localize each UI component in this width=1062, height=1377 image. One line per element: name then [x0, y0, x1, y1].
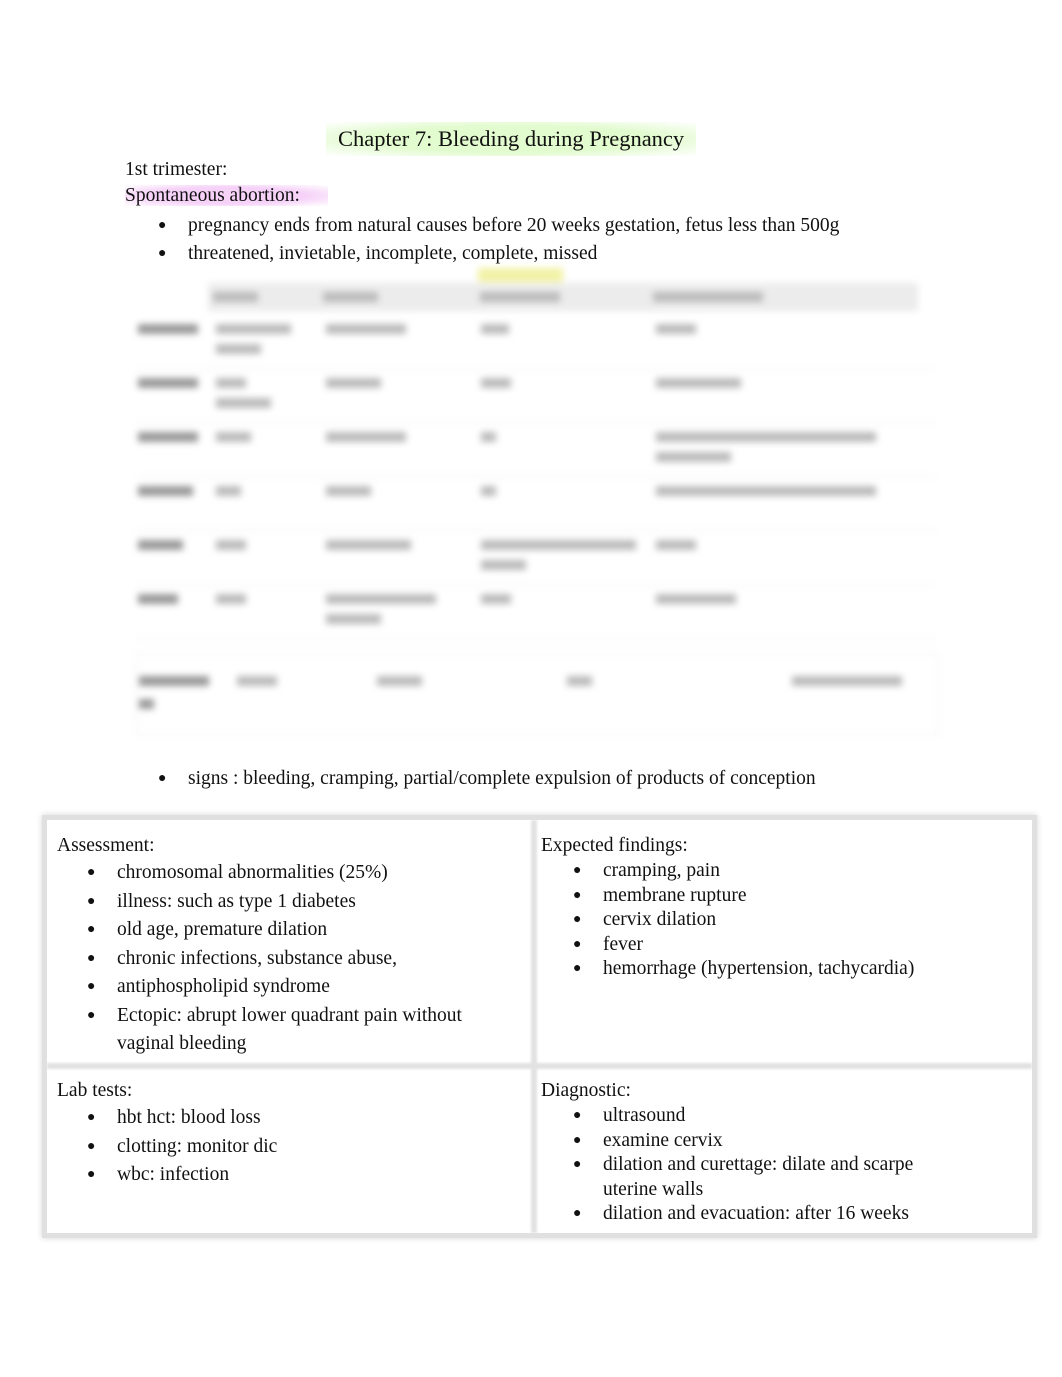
table-row — [136, 586, 936, 639]
list-item: ● cervix dilation — [573, 908, 1021, 933]
list-item-text: membrane rupture — [603, 884, 747, 906]
grid-divider-horizontal — [47, 1063, 1032, 1069]
list-item: ● dilation and evacuation: after 16 weeks — [573, 1202, 943, 1227]
table-header — [208, 283, 918, 311]
bullet-icon: ● — [573, 912, 582, 927]
list-item-text: Ectopic: abrupt lower quadrant pain with… — [117, 1004, 462, 1055]
bullet-icon: ● — [573, 1132, 582, 1148]
table-row — [136, 424, 936, 477]
list-item: ● clotting: monitor dic — [87, 1133, 527, 1162]
list-item-text: clotting: monitor dic — [117, 1135, 278, 1157]
table-row — [136, 532, 936, 585]
list-item: ● antiphospholipid syndrome — [87, 973, 507, 1002]
grid-divider-vertical — [531, 820, 537, 1233]
cell-heading: Assessment: — [57, 835, 155, 856]
list-item-text: signs : bleeding, cramping, partial/comp… — [188, 768, 816, 789]
list-item-text: chronic infections, substance abuse, — [117, 947, 397, 969]
list-item: ● cramping, pain — [573, 859, 1021, 884]
bullet-icon: ● — [87, 1167, 96, 1182]
list-item-text: fever — [603, 933, 644, 955]
list-item: ● ultrasound — [573, 1104, 943, 1129]
list-item: ● signs : bleeding, cramping, partial/com… — [158, 765, 816, 793]
bullet-icon: ● — [573, 1157, 582, 1172]
list-item-text: examine cervix — [603, 1129, 723, 1151]
bullet-icon: ● — [573, 1108, 582, 1123]
list-item: ● threatened, invietable, incomplete, com… — [158, 240, 839, 268]
cell-expected-findings: Expected findings: ● cramping, pain ● memb… — [541, 833, 1021, 982]
signs-bullets: ● signs : bleeding, cramping, partial/com… — [158, 765, 816, 793]
cell-heading: Lab tests: — [57, 1080, 133, 1101]
list-item-text: ultrasound — [603, 1105, 686, 1126]
bullet-icon: ● — [158, 246, 167, 261]
list-item: ● examine cervix — [573, 1129, 943, 1154]
list-item: ● old age, premature dilation — [87, 916, 507, 945]
bullet-icon: ● — [158, 218, 167, 233]
diagnostic-list: ● ultrasound ● examine cervix ● dilation an… — [573, 1104, 943, 1227]
cell-heading: Expected findings: — [541, 835, 688, 856]
list-item: ● chromosomal abnormalities (25%) — [87, 859, 507, 888]
list-item: ● wbc: infection — [87, 1161, 527, 1190]
bullet-icon: ● — [573, 887, 582, 903]
list-item: ● hbt hct: blood loss — [87, 1104, 527, 1133]
list-item-text: illness: such as type 1 diabetes — [117, 890, 356, 912]
bullet-icon: ● — [573, 936, 582, 952]
list-item: ● Ectopic: abrupt lower quadrant pain wit… — [87, 1002, 507, 1059]
list-item-text: wbc: infection — [117, 1164, 230, 1185]
table-row — [136, 653, 938, 735]
list-item-text: dilation and curettage: dilate and scarp… — [603, 1154, 914, 1200]
cell-lab-tests: Lab tests: ● hbt hct: blood loss ● clottin… — [57, 1078, 527, 1190]
bullet-icon: ● — [573, 1206, 582, 1221]
bullet-icon: ● — [87, 922, 96, 937]
list-item: ● dilation and curettage: dilate and scar… — [573, 1153, 943, 1202]
list-item-text: old age, premature dilation — [117, 919, 328, 940]
bullet-icon: ● — [87, 865, 96, 880]
list-item: ● membrane rupture — [573, 884, 1021, 909]
list-item-text: pregnancy ends from natural causes befor… — [188, 215, 840, 236]
list-item: ● hemorrhage (hypertension, tachycardia) — [573, 957, 1021, 982]
table-highlight — [478, 268, 563, 282]
expected-findings-list: ● cramping, pain ● membrane rupture ● cervi… — [573, 859, 1021, 982]
list-item-text: cramping, pain — [603, 860, 720, 881]
section-heading: 1st trimester: — [125, 159, 228, 180]
page-title: Chapter 7: Bleeding during Pregnancy — [326, 122, 697, 156]
list-item-text: dilation and evacuation: after 16 weeks — [603, 1203, 909, 1224]
list-item-text: chromosomal abnormalities (25%) — [117, 862, 388, 883]
subsection-heading: Spontaneous abortion: — [125, 183, 328, 209]
cell-heading: Diagnostic: — [541, 1080, 631, 1101]
bullet-icon: ● — [87, 979, 96, 994]
list-item: ● pregnancy ends from natural causes befo… — [158, 212, 839, 240]
list-item-text: hemorrhage (hypertension, tachycardia) — [603, 958, 915, 979]
intro-bullets: ● pregnancy ends from natural causes befo… — [158, 212, 839, 268]
bullet-icon: ● — [573, 961, 582, 976]
subsection-text: Spontaneous abortion: — [125, 185, 328, 206]
list-item-text: antiphospholipid syndrome — [117, 976, 330, 997]
list-item-text: cervix dilation — [603, 909, 717, 930]
bullet-icon: ● — [87, 1138, 96, 1154]
list-item: ● chronic infections, substance abuse, — [87, 945, 507, 974]
list-item-text: hbt hct: blood loss — [117, 1107, 261, 1128]
bullet-icon: ● — [87, 1007, 96, 1023]
bullet-icon: ● — [158, 771, 167, 786]
table-row — [136, 316, 936, 369]
bullet-icon: ● — [573, 863, 582, 878]
blurred-table — [128, 268, 943, 758]
cell-diagnostic: Diagnostic: ● ultrasound ● examine cervix … — [541, 1078, 1021, 1227]
cell-assessment: Assessment: ● chromosomal abnormalities (… — [57, 833, 527, 1059]
lab-tests-list: ● hbt hct: blood loss ● clotting: monitor … — [87, 1104, 527, 1190]
list-item-text: threatened, invietable, incomplete, comp… — [188, 243, 598, 264]
table-row — [136, 370, 936, 423]
list-item: ● illness: such as type 1 diabetes — [87, 888, 507, 917]
assessment-list: ● chromosomal abnormalities (25%) ● illnes… — [87, 859, 507, 1059]
bullet-icon: ● — [87, 893, 96, 909]
summary-grid: Assessment: ● chromosomal abnormalities (… — [42, 815, 1037, 1238]
bullet-icon: ● — [87, 950, 96, 966]
list-item: ● fever — [573, 933, 1021, 958]
table-row — [136, 478, 936, 531]
bullet-icon: ● — [87, 1110, 96, 1125]
